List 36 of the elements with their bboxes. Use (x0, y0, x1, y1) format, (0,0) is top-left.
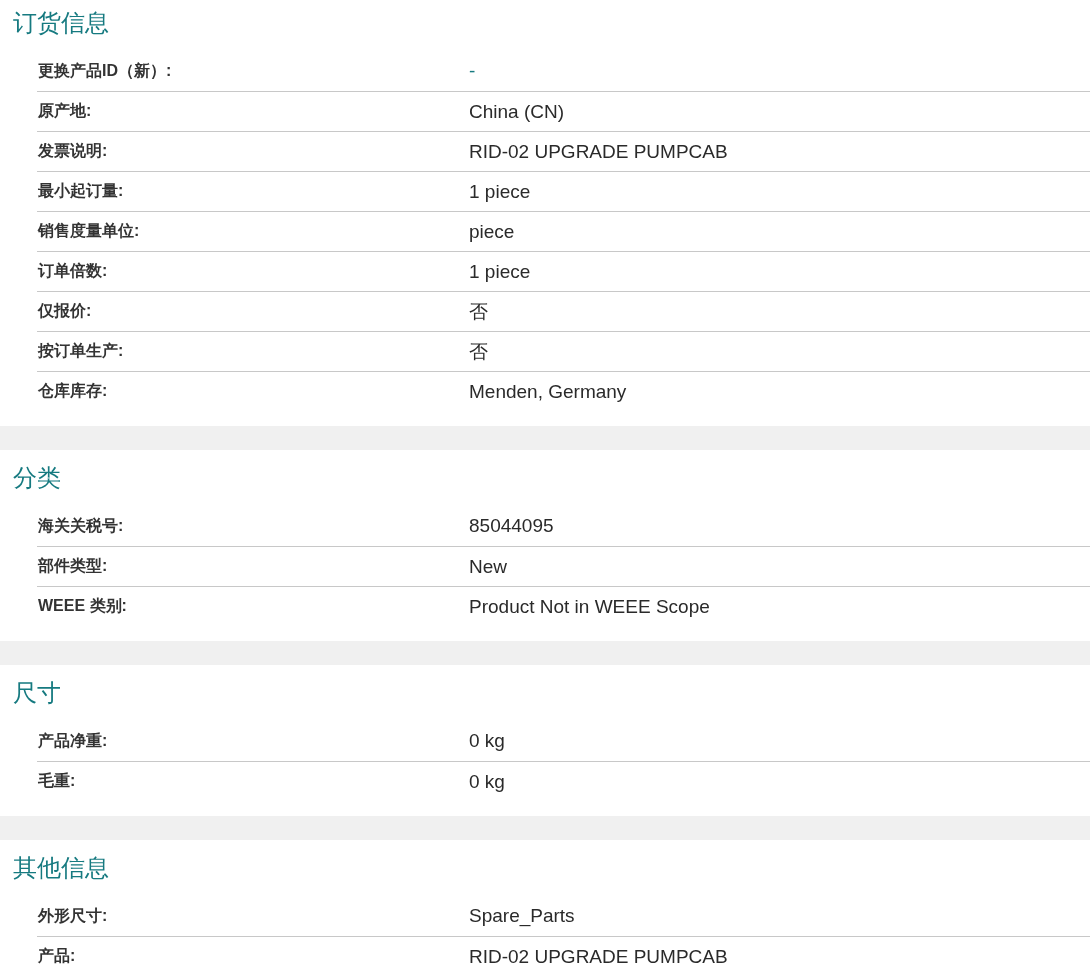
field-value: piece (469, 220, 515, 243)
field-value: RID-02 UPGRADE PUMPCAB (469, 140, 728, 163)
field-label: 产品净重: (37, 730, 109, 751)
field-value: 0 kg (469, 770, 505, 793)
field-value: 1 piece (469, 260, 531, 283)
field-value-link[interactable]: - (469, 60, 476, 82)
field-value: 否 (469, 339, 488, 364)
field-value: RID-02 UPGRADE PUMPCAB (469, 945, 728, 968)
field-value: 否 (469, 299, 488, 324)
field-label: 毛重: (37, 771, 77, 791)
field-label: 仅报价: (37, 301, 93, 321)
field-value: Product Not in WEEE Scope (469, 595, 710, 618)
field-label: 原产地: (37, 101, 93, 121)
section-title: 尺寸 (12, 678, 62, 708)
field-label: 订单倍数: (37, 261, 109, 281)
field-value: China (CN) (469, 100, 565, 123)
field-label: 销售度量单位: (37, 221, 141, 241)
field-label: WEEE 类别: (37, 596, 128, 616)
field-label: 外形尺寸: (37, 905, 109, 926)
field-label: 按订单生产: (37, 341, 125, 361)
field-value: New (469, 555, 507, 578)
field-label: 更换产品ID（新）: (37, 60, 173, 81)
field-value: Spare_Parts (469, 905, 575, 927)
field-label: 最小起订量: (37, 181, 125, 201)
field-label: 海关关税号: (37, 515, 125, 536)
field-value: 0 kg (469, 730, 505, 752)
section-title: 订货信息 (12, 8, 110, 38)
field-value: Menden, Germany (469, 380, 627, 403)
field-label: 部件类型: (37, 556, 109, 576)
field-value: 85044095 (469, 515, 554, 537)
field-label: 发票说明: (37, 141, 109, 161)
field-label: 仓库库存: (37, 381, 109, 401)
section-title: 分类 (12, 463, 62, 493)
field-value: 1 piece (469, 180, 531, 203)
field-label: 产品: (37, 946, 77, 966)
section-title: 其他信息 (12, 853, 110, 883)
